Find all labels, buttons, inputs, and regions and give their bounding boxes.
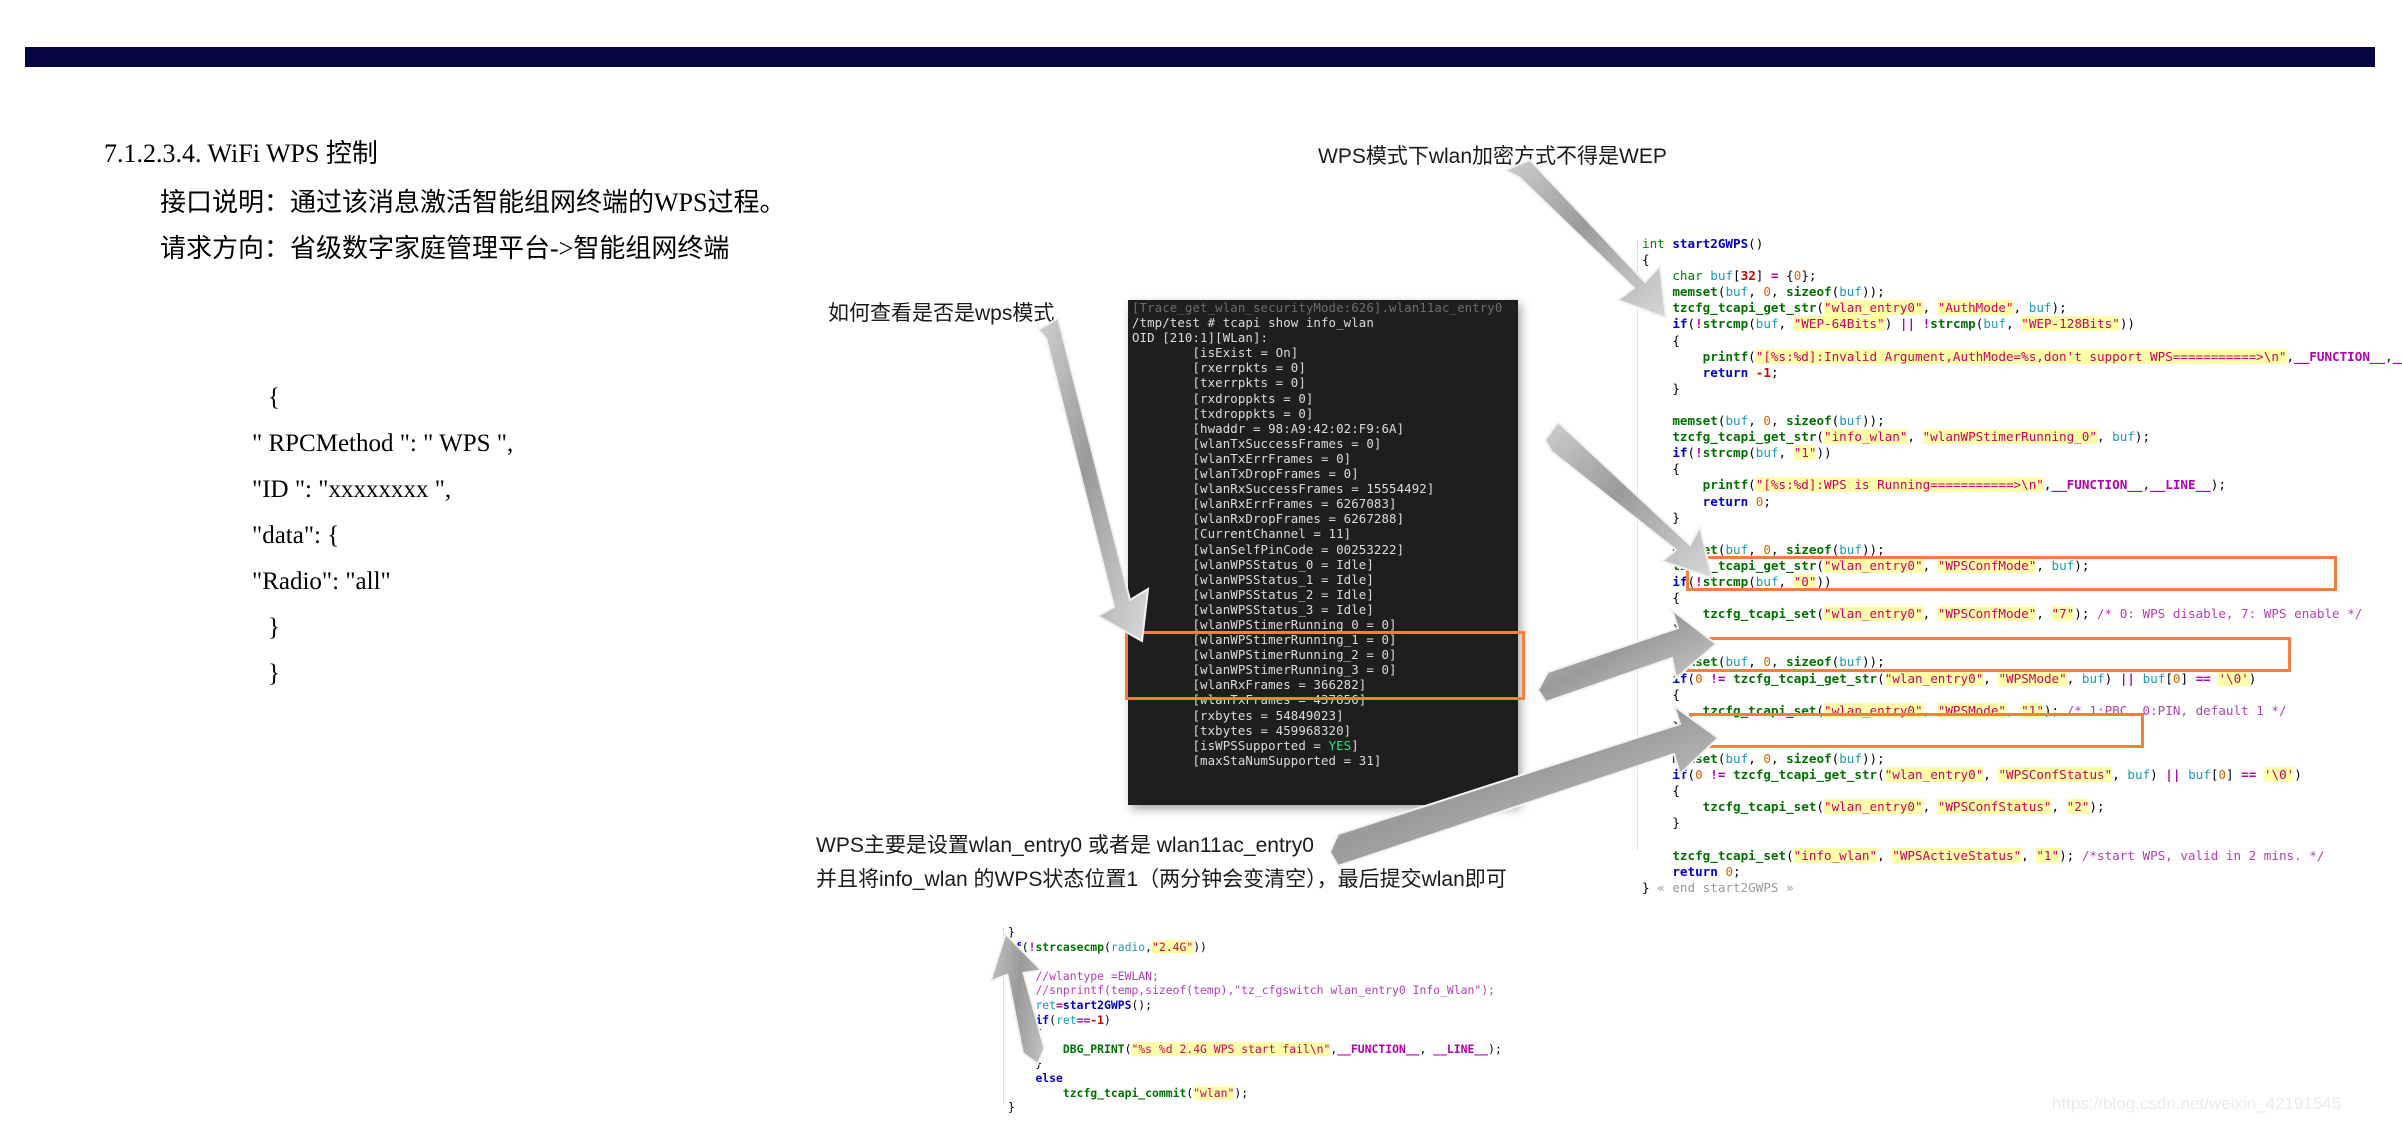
code-line: tzcfg_tcapi_commit("wlan");: [1062, 1085, 1249, 1100]
json-request-snippet: { " RPCMethod ": " WPS ", "ID ": "xxxxxx…: [252, 375, 513, 697]
interface-description-line: 接口说明：通过该消息激活智能组网终端的WPS过程。: [160, 188, 786, 217]
code-line: {: [1642, 590, 1680, 606]
json-line: "data": {: [252, 522, 340, 549]
code-indent-guide: [1003, 928, 1005, 1104]
terminal-line: [txdroppkts = 0]: [1132, 405, 1314, 421]
code-line: tzcfg_tcapi_set("info_wlan", "WPSActiveS…: [1672, 847, 2325, 863]
code-line: tzcfg_tcapi_set("wlan_entry0", "WPSConfM…: [1702, 606, 2363, 622]
terminal-value-yes: YES: [1328, 737, 1352, 753]
code-indent-guide: [1637, 240, 1639, 850]
annotation-bottom-note: WPS主要是设置wlan_entry0 或者是 wlan11ac_entry0 …: [816, 829, 1507, 897]
code-line: if(0 != tzcfg_tcapi_get_str("wlan_entry0…: [1672, 670, 2257, 686]
json-line: "Radio": "all": [252, 568, 391, 595]
terminal-line: OID [210:1][WLan]:: [1132, 330, 1269, 346]
code-line: }: [1642, 622, 1680, 638]
code-line: DBG_PRINT("%s %d 2.4G WPS start fail\n",…: [1062, 1041, 1502, 1056]
code-line: if(!strcmp(buf, "WEP-64Bits") || !strcmp…: [1672, 316, 2136, 332]
code-line: if(!strcasecmp(radio,"2.4G")): [1008, 939, 1207, 954]
terminal-window: [Trace_get_wlan_securityMode:626].wlan11…: [1128, 300, 1518, 805]
code-line: return 0;: [1672, 863, 1741, 879]
terminal-line: [txbytes = 459968320]: [1132, 722, 1352, 738]
terminal-line: [rxbytes = 54849023]: [1132, 707, 1344, 723]
code-panel-radio-dispatch: } if(!strcasecmp(radio,"2.4G")){ //wlanty…: [1008, 925, 1502, 1115]
annotation-bottom-line-2: 并且将info_wlan 的WPS状态位置1（两分钟会变清空），最后提交wlan…: [816, 868, 1507, 891]
code-line: printf("[%s:%d]:Invalid Argument,AuthMod…: [1702, 348, 2402, 364]
json-line: }: [268, 660, 280, 687]
code-line: int start2GWPS(): [1642, 236, 1764, 251]
code-line: //wlantype =EWLAN;: [1035, 968, 1159, 983]
annotation-wep-note: WPS模式下wlan加密方式不得是WEP: [1318, 145, 1667, 168]
code-highlight-box-wpsconfstatus: [1689, 713, 2144, 748]
code-line: } « end start2GWPS »: [1642, 879, 1794, 895]
terminal-line: [hwaddr = 98:A9:42:02:F9:6A]: [1132, 420, 1405, 436]
terminal-line: [CurrentChannel = 11]: [1132, 526, 1352, 542]
terminal-line: [wlanWPStimerRunning_0 = 0]: [1132, 616, 1397, 632]
annotation-howto-note: 如何查看是否是wps模式: [828, 302, 1055, 325]
json-line: }: [268, 614, 280, 641]
terminal-line: [rxerrpkts = 0]: [1132, 360, 1306, 376]
code-line: }: [1008, 925, 1015, 939]
annotation-bottom-line-1: WPS主要是设置wlan_entry0 或者是 wlan11ac_entry0: [816, 834, 1314, 857]
code-line: tzcfg_tcapi_get_str("info_wlan", "wlanWP…: [1672, 429, 2151, 445]
code-line: return -1;: [1702, 364, 1779, 380]
code-line: {: [1642, 686, 1680, 702]
code-highlight-box-wpsmode: [1686, 637, 2291, 672]
terminal-line: [wlanRxErrFrames = 6267083]: [1132, 496, 1397, 512]
code-line: }: [1008, 1056, 1043, 1071]
code-line: memset(buf, 0, sizeof(buf));: [1672, 284, 1885, 300]
code-line: return 0;: [1702, 493, 1771, 509]
terminal-line: [isExist = On]: [1132, 345, 1299, 361]
code-line: {: [1008, 954, 1015, 969]
header-bar: [25, 47, 2375, 67]
terminal-line: [rxdroppkts = 0]: [1132, 390, 1314, 406]
code-line: tzcfg_tcapi_get_str("wlan_entry0", "Auth…: [1672, 300, 2067, 316]
terminal-line: [wlanRxSuccessFrames = 15554492]: [1132, 481, 1435, 497]
json-line: "ID ": "xxxxxxxx ",: [252, 476, 452, 503]
code-line: if(0 != tzcfg_tcapi_get_str("wlan_entry0…: [1672, 767, 2302, 783]
terminal-line: [maxStaNumSupported = 31]: [1132, 752, 1382, 768]
terminal-line: [wlanSelfPinCode = 00253222]: [1132, 541, 1405, 557]
terminal-line: [wlanTxErrFrames = 0]: [1132, 450, 1352, 466]
code-line: printf("[%s:%d]:WPS is Running==========…: [1702, 477, 2226, 493]
code-line: }: [1642, 380, 1680, 396]
code-line: {: [1642, 252, 1650, 268]
code-line: {: [1642, 783, 1680, 799]
json-line: " RPCMethod ": " WPS ",: [252, 430, 514, 457]
terminal-line: /tmp/test # tcapi show info_wlan: [1132, 315, 1374, 331]
code-line: else: [1035, 1070, 1063, 1085]
code-line: //snprintf(temp,sizeof(temp),"tz_cfgswit…: [1035, 983, 1495, 998]
code-line: tzcfg_tcapi_set("wlan_entry0", "WPSConfS…: [1702, 799, 2105, 815]
terminal-line: [wlanWPSStatus_0 = Idle]: [1132, 556, 1374, 572]
code-line: ret=start2GWPS();: [1035, 997, 1153, 1012]
code-line: {: [1642, 461, 1680, 477]
code-highlight-box-wpsconfmode: [1686, 556, 2337, 591]
terminal-line-clipped: [Trace_get_wlan_securityMode:626].wlan11…: [1132, 300, 1503, 315]
code-line: }: [1642, 509, 1680, 525]
terminal-line: [wlanRxDropFrames = 6267288]: [1132, 511, 1405, 527]
watermark: https://blog.csdn.net/weixin_42191545: [2052, 1094, 2342, 1113]
request-direction-line: 请求方向：省级数字家庭管理平台->智能组网终端: [160, 234, 730, 263]
code-line: memset(buf, 0, sizeof(buf));: [1672, 413, 1885, 429]
terminal-highlight-box: [1125, 631, 1525, 700]
json-line: {: [268, 384, 280, 411]
code-line: if(!strcmp(buf, "1")): [1672, 445, 1832, 461]
code-line: {: [1642, 332, 1680, 348]
code-line: if(ret==-1): [1035, 1012, 1111, 1027]
terminal-line: [isWPSSupported = YES]: [1132, 737, 1359, 753]
code-line: memset(buf, 0, sizeof(buf));: [1672, 751, 1885, 766]
page-title: 7.1.2.3.4. WiFi WPS 控制: [104, 139, 378, 168]
code-line: {: [1008, 1027, 1043, 1042]
terminal-line: [wlanWPSStatus_3 = Idle]: [1132, 601, 1374, 617]
code-line: }: [1008, 1100, 1015, 1115]
terminal-line: [wlanTxSuccessFrames = 0]: [1132, 435, 1382, 451]
terminal-line: [wlanWPSStatus_2 = Idle]: [1132, 586, 1374, 602]
terminal-line: [txerrpkts = 0]: [1132, 375, 1306, 391]
terminal-line: [wlanTxDropFrames = 0]: [1132, 466, 1359, 482]
code-line: char buf[32] = {0};: [1672, 268, 1817, 284]
terminal-line: [wlanWPSStatus_1 = Idle]: [1132, 571, 1374, 587]
code-line: }: [1642, 815, 1680, 831]
